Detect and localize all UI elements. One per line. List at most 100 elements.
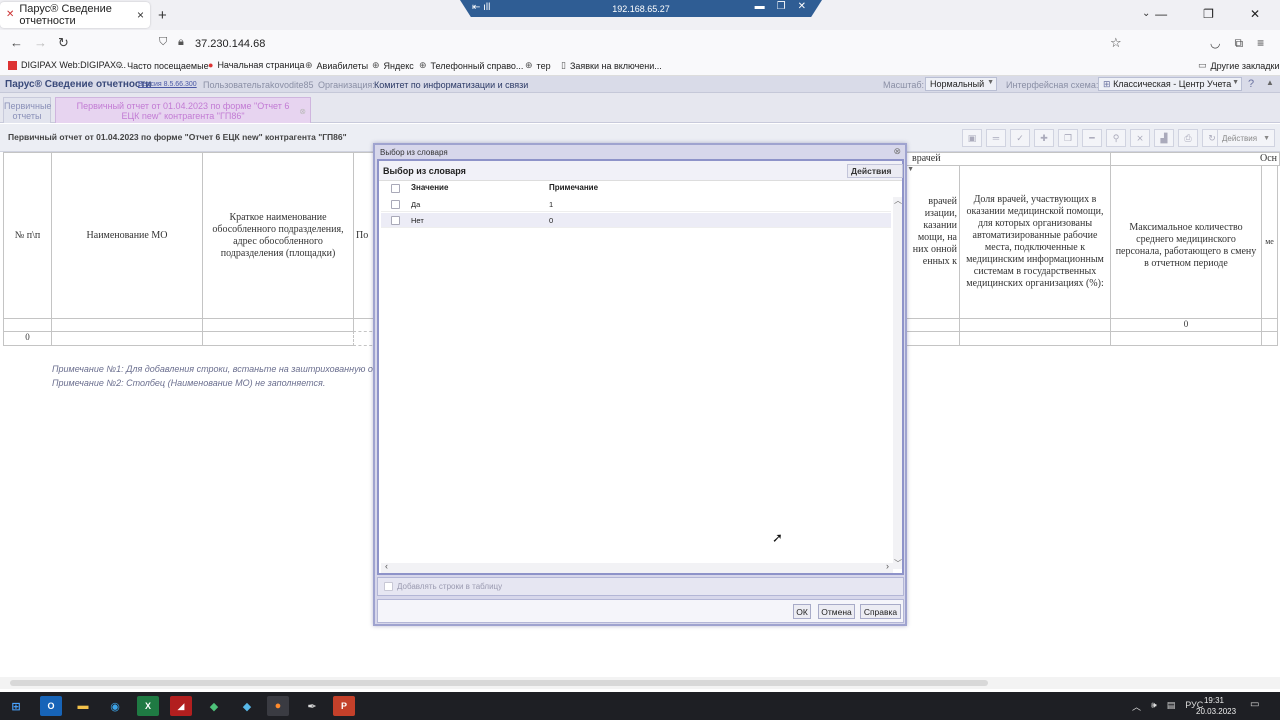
extensions-icon[interactable]: ⧉ [1234,36,1243,51]
grid-cell[interactable] [51,331,203,346]
grid-cell[interactable] [3,318,52,332]
bookmark-item[interactable]: ▯ Заявки на включени... [561,60,662,71]
bookmark-item[interactable]: DIGIPAX Web:DIGIPAX ... [8,60,126,70]
close-window-icon[interactable]: ✕ [1250,7,1260,21]
save-icon[interactable]: ▣ [962,129,982,147]
shield-icon[interactable]: ⛉ [159,36,167,49]
chevron-down-icon[interactable]: ⌄ [1142,8,1150,19]
bookmark-item[interactable]: ⊕ Яндекс [372,60,414,71]
pocket-icon[interactable]: ◡ [1210,36,1220,51]
firefox-icon[interactable]: ● [267,696,289,716]
close-tab-icon[interactable]: ⊗ [299,107,306,117]
remote-restore-icon[interactable]: ❐ [777,1,786,12]
forward-icon[interactable]: → [34,35,47,50]
check-icon[interactable]: ✓ [1010,129,1030,147]
page-horizontal-scrollbar[interactable] [0,677,1280,689]
chart-icon[interactable]: ▟ [1154,129,1174,147]
app-icon[interactable]: ◆ [203,696,225,716]
search-icon[interactable]: ⚲ [1106,129,1126,147]
app-version-link[interactable]: Версия 8.5.66.300 [138,81,197,88]
restore-icon[interactable]: ❐ [1203,7,1214,21]
app-header: Парус® Сведение отчетности Версия 8.5.66… [0,76,1280,93]
chevron-up-icon[interactable]: ︿ [1132,700,1141,713]
scroll-down-icon[interactable]: ﹀ [894,558,902,569]
dialog-actions-button[interactable]: Действия ▼ [847,164,914,178]
lock-icon[interactable]: 🔒︎ [178,36,184,49]
browser-tab[interactable]: ✕ Парус® Сведение отчетности × [0,2,150,28]
back-icon[interactable]: ← [10,35,23,50]
vertical-scrollbar[interactable]: ︿ ﹀ [893,195,902,569]
bookmark-item[interactable]: ⊕ Авиабилеты [305,60,368,71]
col-header-note[interactable]: Примечание [549,183,598,192]
network-icon[interactable]: ▤ [1167,700,1176,713]
close-icon[interactable]: ⊗ [893,146,901,157]
app-icon[interactable]: ◆ [236,696,258,716]
reload-icon[interactable]: ↻ [58,35,69,51]
add-icon[interactable]: ✚ [1034,129,1054,147]
ok-button[interactable]: ОК [793,604,811,619]
list-item[interactable]: Нет 0 [381,213,891,228]
grid-cell[interactable] [51,318,203,332]
remove-icon[interactable]: ━ [1082,129,1102,147]
bookmark-star-icon[interactable]: ☆ [1110,35,1122,51]
select-all-checkbox[interactable] [391,184,400,193]
max-staff-value[interactable]: 0 [1110,318,1262,332]
new-tab-icon[interactable]: + [158,7,167,24]
excel-icon[interactable]: X [137,696,159,716]
help-icon[interactable]: ? [1248,78,1254,90]
grid-cell[interactable] [202,331,354,346]
calculate-icon[interactable]: ⨯ [1130,129,1150,147]
notification-icon[interactable]: ▭ [1250,699,1259,710]
scheme-select[interactable]: ⊞ Классическая - Центр Учета ▼ [1098,77,1242,91]
address-bar[interactable]: 37.230.144.68 [195,38,265,50]
row-checkbox[interactable] [391,200,400,209]
export-icon[interactable]: ⎙ [1178,129,1198,147]
remote-close-icon[interactable]: ✕ [798,1,806,12]
scale-select[interactable]: Нормальный ▼ [925,77,997,91]
list-item[interactable]: Да 1 [381,197,891,212]
acrobat-icon[interactable]: ◢ [170,696,192,716]
volume-icon[interactable]: 🕪︎ [1151,700,1157,713]
help-button[interactable]: Справка [860,604,901,619]
grid-cell[interactable] [959,318,1111,332]
outlook-icon[interactable]: O [40,696,62,716]
scrollbar-thumb[interactable] [10,680,988,686]
grid-cell[interactable] [959,331,1111,346]
equals-icon[interactable]: ═ [986,129,1006,147]
col-header-value[interactable]: Значение [411,183,448,192]
file-explorer-icon[interactable]: ▬ [72,696,94,716]
bookmark-item[interactable]: ⚙ Часто посещаемые [115,60,209,71]
grid-cell[interactable] [1261,318,1278,332]
remote-minimize-icon[interactable]: ▬ [755,1,765,12]
cancel-button[interactable]: Отмена [818,604,855,619]
other-bookmarks[interactable]: ▭ Другие закладки [1198,60,1279,71]
scroll-right-icon[interactable]: › [886,561,889,571]
close-tab-icon[interactable]: × [137,8,144,22]
scroll-up-icon[interactable]: ▲ [1266,78,1274,87]
bookmark-item[interactable]: ● Начальная страница [208,60,305,70]
scroll-left-icon[interactable]: ‹ [385,561,388,571]
pen-icon[interactable]: ✒ [301,696,323,716]
scroll-up-icon[interactable]: ︿ [894,195,902,206]
grid-cell[interactable] [1110,331,1262,346]
row-checkbox[interactable] [391,216,400,225]
bookmark-item[interactable]: ⊕ Телефонный справо... [419,60,523,71]
report-actions-button[interactable]: Действия ▼ [1217,129,1275,147]
copy-icon[interactable]: ❐ [1058,129,1078,147]
clock[interactable]: 19:31 20.03.2023 [1196,695,1236,717]
bookmark-item[interactable]: ⊕ тер [525,60,551,71]
pin-icon[interactable]: ⇤ ıll [472,2,490,13]
tab-primary-reports[interactable]: Первичные отчеты [3,97,51,123]
horizontal-scrollbar[interactable]: ‹ › [381,561,893,573]
menu-icon[interactable]: ≡ [1257,36,1264,51]
edge-icon[interactable]: ◉ [104,696,126,716]
powerpoint-icon[interactable]: P [333,696,355,716]
start-icon[interactable]: ⊞ [5,696,27,716]
tab-primary-report[interactable]: Первичный отчет от 01.04.2023 по форме "… [55,97,311,123]
grid-cell[interactable] [903,331,960,346]
minimize-icon[interactable]: — [1155,7,1167,21]
grid-cell[interactable] [903,318,960,332]
add-rows-checkbox[interactable] [384,582,393,591]
grid-cell[interactable] [202,318,354,332]
grid-cell[interactable] [1261,331,1278,346]
